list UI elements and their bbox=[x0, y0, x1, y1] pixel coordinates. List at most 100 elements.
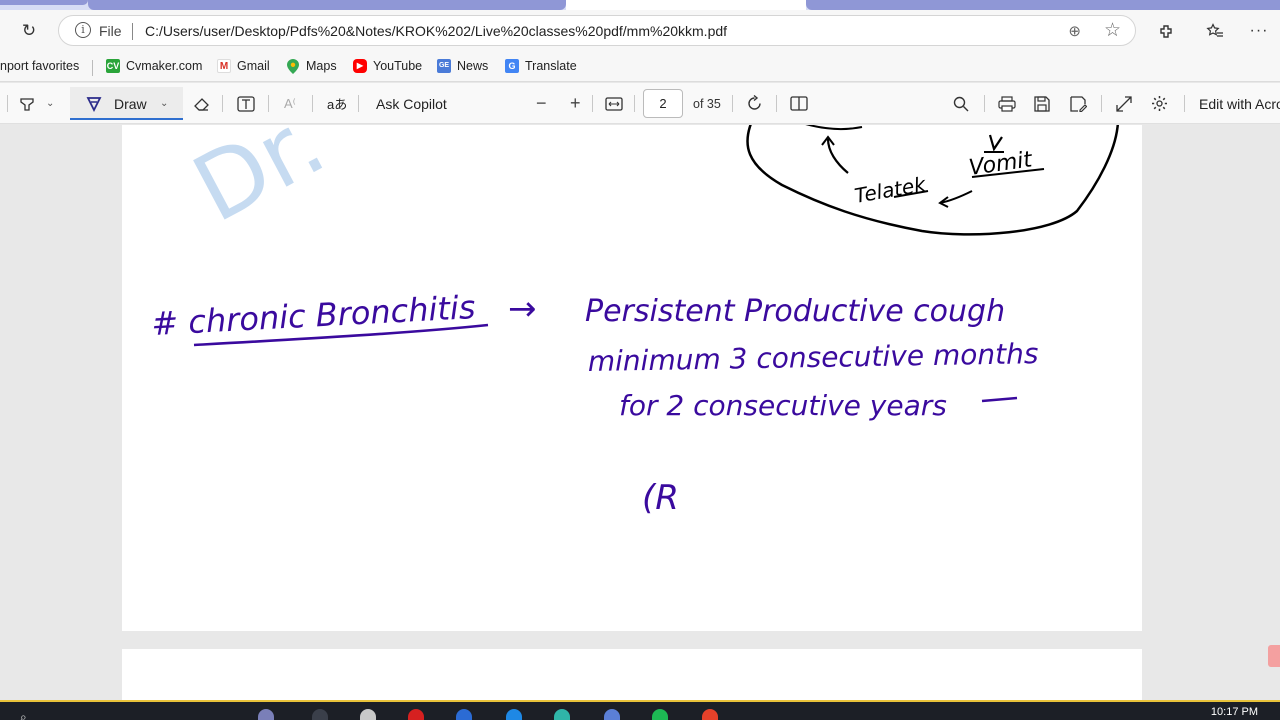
chevron-down-icon[interactable]: ⌄ bbox=[46, 83, 54, 124]
taskbar-search[interactable]: ⌕ bbox=[20, 710, 27, 720]
arrow-text: → bbox=[508, 289, 537, 329]
favorites-item-label: Cvmaker.com bbox=[126, 59, 203, 73]
favorites-item-label: Gmail bbox=[237, 59, 270, 73]
app-icon[interactable] bbox=[506, 709, 522, 720]
draw-pen-icon bbox=[86, 83, 102, 124]
divider bbox=[776, 95, 777, 112]
divider bbox=[1101, 95, 1102, 112]
pdf-page: Dr. Vomit Telatek # chronic Bronchitis →… bbox=[122, 125, 1142, 631]
definition-line-1: Persistent Productive cough bbox=[585, 294, 1005, 329]
refresh-icon[interactable]: ↻ bbox=[16, 19, 42, 43]
more-menu-icon[interactable]: ··· bbox=[1246, 19, 1272, 43]
translate-text-icon[interactable]: aあ bbox=[327, 83, 347, 124]
zoom-out-icon[interactable]: − bbox=[536, 83, 547, 124]
favorite-star-icon[interactable]: ☆ bbox=[1104, 19, 1121, 42]
file-label: File bbox=[99, 23, 122, 39]
favorites-bar: nport favorites CV Cvmaker.com M Gmail M… bbox=[0, 52, 1280, 82]
address-row: ↻ i File C:/Users/user/Desktop/Pdfs%20&N… bbox=[0, 10, 1280, 52]
pdf-page-next bbox=[122, 649, 1142, 700]
page-number-input[interactable]: 2 bbox=[643, 89, 683, 118]
rotate-icon[interactable] bbox=[746, 83, 763, 124]
divider bbox=[132, 23, 133, 40]
file-explorer-icon[interactable] bbox=[604, 709, 620, 720]
gmail-icon: M bbox=[217, 59, 231, 73]
favorites-item-label: Translate bbox=[525, 59, 577, 73]
divider bbox=[358, 95, 359, 112]
tab-inactive[interactable] bbox=[806, 0, 1280, 10]
edge-browser-icon[interactable] bbox=[554, 709, 570, 720]
pdf-toolbar: ⌄ Draw ⌄ A⁽ aあ Ask Copilot − + 2 of 35 E… bbox=[0, 83, 1280, 124]
info-icon[interactable]: i bbox=[75, 22, 91, 38]
page-total: of 35 bbox=[693, 96, 721, 111]
print-icon[interactable] bbox=[998, 83, 1016, 124]
maps-pin-icon bbox=[286, 59, 300, 74]
favorites-item-translate[interactable]: G Translate bbox=[505, 59, 577, 73]
zoom-icon[interactable]: ⊕ bbox=[1068, 22, 1081, 40]
favorites-item-label: News bbox=[457, 59, 489, 73]
divider bbox=[7, 95, 8, 112]
ask-copilot-button[interactable]: Ask Copilot bbox=[376, 83, 447, 124]
cv-icon: CV bbox=[106, 59, 120, 73]
settings-app-icon[interactable] bbox=[360, 709, 376, 720]
search-icon[interactable] bbox=[953, 83, 969, 124]
favorites-item-label: Maps bbox=[306, 59, 337, 73]
favorites-item-label: YouTube bbox=[373, 59, 423, 73]
highlight-icon[interactable] bbox=[19, 83, 35, 124]
favorites-item-label: nport favorites bbox=[0, 59, 80, 73]
text-box-icon[interactable] bbox=[237, 83, 255, 124]
chrome-icon[interactable] bbox=[702, 709, 718, 720]
divider bbox=[592, 95, 593, 112]
divider bbox=[222, 95, 223, 112]
handwritten-notes: Dr. Vomit Telatek # chronic Bronchitis →… bbox=[150, 125, 1119, 518]
tab-active[interactable] bbox=[566, 0, 806, 10]
favorites-item-import[interactable]: nport favorites bbox=[0, 59, 79, 73]
pdf-app-icon[interactable] bbox=[408, 709, 424, 720]
acrobat-badge-icon[interactable] bbox=[1268, 645, 1280, 667]
divider bbox=[1184, 95, 1185, 112]
extensions-icon[interactable] bbox=[1154, 19, 1178, 43]
spotify-icon[interactable] bbox=[652, 709, 668, 720]
chevron-down-icon[interactable]: ⌄ bbox=[160, 83, 168, 124]
favorites-item-maps[interactable]: Maps bbox=[286, 59, 337, 74]
page-view-icon[interactable] bbox=[790, 83, 808, 124]
sketch-label-telatek: Telatek bbox=[853, 172, 929, 208]
save-icon[interactable] bbox=[1034, 83, 1050, 124]
address-bar[interactable]: i File C:/Users/user/Desktop/Pdfs%20&Not… bbox=[58, 15, 1136, 46]
tab-strip bbox=[0, 0, 1280, 10]
divider bbox=[732, 95, 733, 112]
read-aloud-icon[interactable]: A⁽ bbox=[284, 83, 296, 124]
divider bbox=[312, 95, 313, 112]
favorites-item-youtube[interactable]: ▶ YouTube bbox=[353, 59, 422, 73]
url-text[interactable]: C:/Users/user/Desktop/Pdfs%20&Notes/KROK… bbox=[145, 23, 727, 39]
pdf-viewer[interactable]: Dr. Vomit Telatek # chronic Bronchitis →… bbox=[0, 125, 1280, 700]
fit-page-icon[interactable] bbox=[605, 83, 623, 124]
favorites-item-news[interactable]: GE News bbox=[437, 59, 488, 73]
edit-with-acrobat-button[interactable]: Edit with Acro bbox=[1199, 83, 1280, 124]
tab-inactive[interactable] bbox=[0, 0, 88, 5]
favorites-list-icon[interactable] bbox=[1202, 19, 1228, 43]
watermark-text: Dr. bbox=[177, 125, 342, 243]
word-app-icon[interactable] bbox=[456, 709, 472, 720]
tab-inactive[interactable] bbox=[88, 0, 566, 10]
settings-gear-icon[interactable] bbox=[1151, 83, 1168, 124]
divider bbox=[92, 60, 93, 76]
divider bbox=[634, 95, 635, 112]
eraser-icon[interactable] bbox=[193, 83, 210, 124]
youtube-icon: ▶ bbox=[353, 59, 367, 73]
divider bbox=[984, 95, 985, 112]
save-as-icon[interactable] bbox=[1070, 83, 1087, 124]
favorites-item-cvmaker[interactable]: CV Cvmaker.com bbox=[106, 59, 202, 73]
zoom-in-icon[interactable]: + bbox=[570, 83, 581, 124]
translate-icon: G bbox=[505, 59, 519, 73]
task-view-icon[interactable] bbox=[312, 709, 328, 720]
heading-chronic-bronchitis: # chronic Bronchitis bbox=[150, 288, 476, 343]
taskbar: ⌕ 10:17 PM bbox=[0, 700, 1280, 720]
draw-label: Draw bbox=[114, 95, 147, 112]
fragment-text: (R bbox=[642, 478, 679, 518]
taskbar-widget-icon[interactable] bbox=[258, 709, 274, 720]
definition-line-3: for 2 consecutive years bbox=[619, 389, 947, 422]
taskbar-clock[interactable]: 10:17 PM bbox=[1211, 706, 1258, 718]
fullscreen-icon[interactable] bbox=[1116, 83, 1132, 124]
favorites-item-gmail[interactable]: M Gmail bbox=[217, 59, 270, 73]
definition-line-2: minimum 3 consecutive months bbox=[588, 337, 1039, 378]
